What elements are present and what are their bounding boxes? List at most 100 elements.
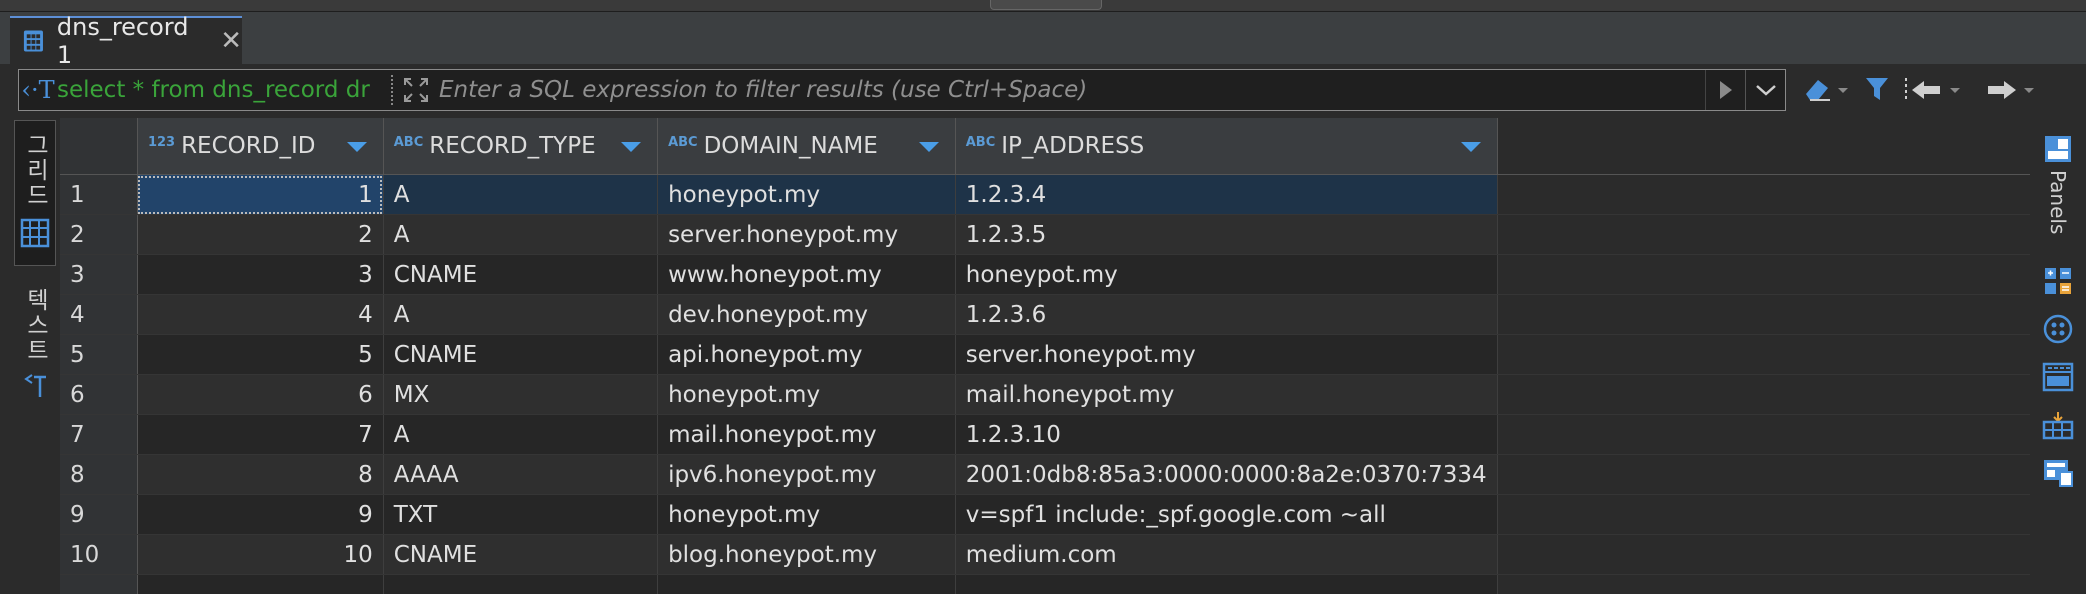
cell-domain-name[interactable]: honeypot.my bbox=[657, 174, 956, 215]
table-row[interactable]: 9 9 TXT honeypot.my v=spf1 include:_spf.… bbox=[60, 494, 2030, 535]
cell-ip-address[interactable]: 1.2.3.6 bbox=[955, 294, 1498, 335]
cell-record-id[interactable]: 9 bbox=[137, 494, 384, 535]
references-icon[interactable] bbox=[2041, 312, 2075, 346]
cell-ip-address[interactable]: mail.honeypot.my bbox=[955, 374, 1498, 415]
panels-toggle-icon[interactable] bbox=[2041, 132, 2075, 166]
calculator-icon[interactable] bbox=[2041, 264, 2075, 298]
cell-domain-name[interactable]: www.honeypot.my bbox=[657, 254, 956, 295]
cell-record-id[interactable]: 5 bbox=[137, 334, 384, 375]
column-header-ip-address[interactable]: ABC IP_ADDRESS bbox=[955, 118, 1498, 175]
tab-bar: dns_record 1 ✕ bbox=[0, 12, 2086, 69]
cell-ip-address[interactable]: 1.2.3.5 bbox=[955, 214, 1498, 255]
expand-icon[interactable] bbox=[399, 73, 433, 107]
row-number[interactable]: 8 bbox=[60, 454, 138, 495]
row-number[interactable]: 6 bbox=[60, 374, 138, 415]
close-icon[interactable]: ✕ bbox=[220, 26, 242, 56]
column-header-record-id[interactable]: 123 RECORD_ID bbox=[137, 118, 384, 175]
apply-filter-button[interactable] bbox=[1705, 70, 1745, 110]
cell-record-id[interactable]: 4 bbox=[137, 294, 384, 335]
separator bbox=[391, 75, 395, 105]
row-filler bbox=[1497, 494, 2030, 535]
cell-domain-name[interactable]: honeypot.my bbox=[657, 494, 956, 535]
eraser-icon[interactable] bbox=[1798, 70, 1854, 110]
cell-domain-name[interactable]: dev.honeypot.my bbox=[657, 294, 956, 335]
column-menu-arrow-icon[interactable] bbox=[346, 142, 367, 152]
grouping-icon[interactable] bbox=[2041, 408, 2075, 442]
cell-record-type[interactable]: A bbox=[383, 294, 659, 335]
cell-ip-address[interactable]: server.honeypot.my bbox=[955, 334, 1498, 375]
filter-icon[interactable] bbox=[1860, 70, 1894, 110]
column-menu-arrow-icon[interactable] bbox=[1460, 142, 1481, 152]
table-row[interactable]: 3 3 CNAME www.honeypot.my honeypot.my bbox=[60, 254, 2030, 295]
cell-record-type[interactable]: TXT bbox=[383, 494, 659, 535]
top-strip bbox=[0, 0, 2086, 12]
cell-record-id[interactable]: 6 bbox=[137, 374, 384, 415]
filter-input[interactable] bbox=[433, 71, 1705, 109]
table-row[interactable]: 6 6 MX honeypot.my mail.honeypot.my bbox=[60, 374, 2030, 415]
cell-record-id[interactable]: 8 bbox=[137, 454, 384, 495]
cell-domain-name[interactable]: server.honeypot.my bbox=[657, 214, 956, 255]
record-view-icon[interactable] bbox=[2041, 360, 2075, 394]
panels-label[interactable]: Panels bbox=[2046, 170, 2070, 234]
column-menu-arrow-icon[interactable] bbox=[621, 142, 642, 152]
table-row[interactable]: 5 5 CNAME api.honeypot.my server.honeypo… bbox=[60, 334, 2030, 375]
cell-record-type[interactable]: CNAME bbox=[383, 254, 659, 295]
left-view-tabs: 그리드 텍스트 bbox=[0, 118, 58, 594]
cell-record-type[interactable]: A bbox=[383, 414, 659, 455]
back-icon[interactable] bbox=[1900, 70, 1968, 110]
table-row[interactable]: 10 10 CNAME blog.honeypot.my medium.com bbox=[60, 534, 2030, 575]
tab-grid-view[interactable]: 그리드 bbox=[14, 120, 56, 266]
cell-record-id[interactable]: 3 bbox=[137, 254, 384, 295]
cell-record-type[interactable]: MX bbox=[383, 374, 659, 415]
row-number[interactable]: 1 bbox=[60, 174, 138, 215]
cell-record-id[interactable]: 10 bbox=[137, 534, 384, 575]
metadata-icon[interactable] bbox=[2041, 456, 2075, 490]
column-menu-arrow-icon[interactable] bbox=[918, 142, 939, 152]
cell-record-type[interactable]: CNAME bbox=[383, 534, 659, 575]
sql-query-text[interactable]: select * from dns_record dr bbox=[57, 77, 387, 103]
cell-record-id[interactable]: 7 bbox=[137, 414, 384, 455]
row-number[interactable]: 7 bbox=[60, 414, 138, 455]
cell-ip-address[interactable]: honeypot.my bbox=[955, 254, 1498, 295]
column-header-record-type[interactable]: ABC RECORD_TYPE bbox=[383, 118, 659, 175]
empty-cell bbox=[955, 574, 1498, 594]
cell-domain-name[interactable]: honeypot.my bbox=[657, 374, 956, 415]
cell-record-type[interactable]: AAAA bbox=[383, 454, 659, 495]
table-row[interactable]: 7 7 A mail.honeypot.my 1.2.3.10 bbox=[60, 414, 2030, 455]
cell-ip-address[interactable]: 1.2.3.10 bbox=[955, 414, 1498, 455]
splitter-handle[interactable] bbox=[990, 0, 1102, 10]
row-filler bbox=[1497, 174, 2030, 215]
table-row[interactable]: 8 8 AAAA ipv6.honeypot.my 2001:0db8:85a3… bbox=[60, 454, 2030, 495]
cell-domain-name[interactable]: ipv6.honeypot.my bbox=[657, 454, 956, 495]
table-row[interactable]: 1 1 A honeypot.my 1.2.3.4 bbox=[60, 174, 2030, 215]
cell-record-type[interactable]: A bbox=[383, 174, 659, 215]
forward-icon[interactable] bbox=[1974, 70, 2042, 110]
row-number[interactable]: 4 bbox=[60, 294, 138, 335]
cell-ip-address[interactable]: medium.com bbox=[955, 534, 1498, 575]
cell-record-type[interactable]: CNAME bbox=[383, 334, 659, 375]
tab-dns-record[interactable]: dns_record 1 ✕ bbox=[10, 13, 242, 69]
cell-ip-address[interactable]: 2001:0db8:85a3:0000:0000:8a2e:0370:7334 bbox=[955, 454, 1498, 495]
cell-record-id[interactable]: 1 bbox=[137, 174, 384, 215]
cell-ip-address[interactable]: 1.2.3.4 bbox=[955, 174, 1498, 215]
table-row[interactable]: 2 2 A server.honeypot.my 1.2.3.5 bbox=[60, 214, 2030, 255]
sql-editor-icon[interactable]: ‹·T bbox=[19, 70, 57, 110]
row-number-header[interactable] bbox=[60, 118, 138, 175]
tab-text-view[interactable]: 텍스트 bbox=[14, 288, 56, 528]
cell-record-type[interactable]: A bbox=[383, 214, 659, 255]
filter-history-dropdown[interactable] bbox=[1745, 70, 1785, 110]
cell-record-id[interactable]: 2 bbox=[137, 214, 384, 255]
cell-domain-name[interactable]: api.honeypot.my bbox=[657, 334, 956, 375]
row-number[interactable]: 2 bbox=[60, 214, 138, 255]
column-header-label: RECORD_ID bbox=[181, 133, 316, 159]
row-number[interactable]: 10 bbox=[60, 534, 138, 575]
row-number[interactable]: 5 bbox=[60, 334, 138, 375]
cell-domain-name[interactable]: mail.honeypot.my bbox=[657, 414, 956, 455]
row-number[interactable]: 3 bbox=[60, 254, 138, 295]
empty-cell bbox=[383, 574, 659, 594]
table-row[interactable]: 4 4 A dev.honeypot.my 1.2.3.6 bbox=[60, 294, 2030, 335]
row-number[interactable]: 9 bbox=[60, 494, 138, 535]
cell-domain-name[interactable]: blog.honeypot.my bbox=[657, 534, 956, 575]
column-header-domain-name[interactable]: ABC DOMAIN_NAME bbox=[657, 118, 956, 175]
cell-ip-address[interactable]: v=spf1 include:_spf.google.com ~all bbox=[955, 494, 1498, 535]
